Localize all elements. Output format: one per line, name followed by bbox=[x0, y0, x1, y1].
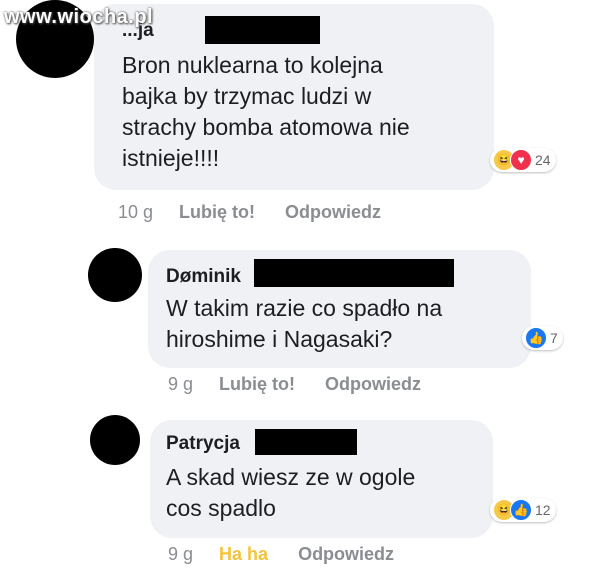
like-button[interactable]: Lubię to! bbox=[179, 202, 255, 222]
comment-text: A skad wiesz ze w ogole cos spadlo bbox=[166, 464, 416, 521]
comment-author[interactable]: Døminik bbox=[166, 266, 241, 288]
avatar[interactable] bbox=[88, 248, 142, 302]
redacted-name-block bbox=[255, 429, 357, 455]
redacted-name-block bbox=[254, 259, 454, 287]
reaction-count: 7 bbox=[550, 330, 558, 346]
love-icon: ♥ bbox=[510, 149, 532, 171]
redacted-name-block bbox=[205, 16, 320, 44]
reaction-summary[interactable]: 😆 ♥ 24 bbox=[490, 148, 556, 172]
like-button[interactable]: Lubię to! bbox=[219, 374, 295, 394]
comment-time[interactable]: 10 g bbox=[118, 202, 153, 222]
haha-reaction-button[interactable]: Ha ha bbox=[219, 544, 268, 564]
watermark-text: www.wiocha.pl bbox=[4, 6, 154, 28]
like-icon: 👍 bbox=[510, 499, 532, 521]
comment-author[interactable]: Patrycja bbox=[166, 433, 240, 455]
reaction-summary[interactable]: 😆 👍 12 bbox=[490, 498, 556, 522]
reaction-count: 24 bbox=[535, 152, 551, 168]
comment-time[interactable]: 9 g bbox=[168, 544, 193, 564]
comment-text: W takim razie co spadło na hiroshime i N… bbox=[166, 295, 443, 352]
reaction-summary[interactable]: 👍 7 bbox=[522, 326, 563, 350]
reaction-count: 12 bbox=[535, 502, 551, 518]
reply-button[interactable]: Odpowiedz bbox=[325, 374, 421, 394]
comment-meta: 9 g Lubię to! Odpowiedz bbox=[168, 374, 451, 395]
reply-button[interactable]: Odpowiedz bbox=[285, 202, 381, 222]
avatar[interactable] bbox=[90, 415, 140, 465]
reply-button[interactable]: Odpowiedz bbox=[298, 544, 394, 564]
comment-meta: 9 g Ha ha Odpowiedz bbox=[168, 544, 424, 565]
comment-meta: 10 g Lubię to! Odpowiedz bbox=[118, 202, 411, 223]
comment-text: Bron nuklearna to kolejna bajka by trzym… bbox=[122, 52, 410, 171]
like-icon: 👍 bbox=[525, 327, 547, 349]
comment-time[interactable]: 9 g bbox=[168, 374, 193, 394]
